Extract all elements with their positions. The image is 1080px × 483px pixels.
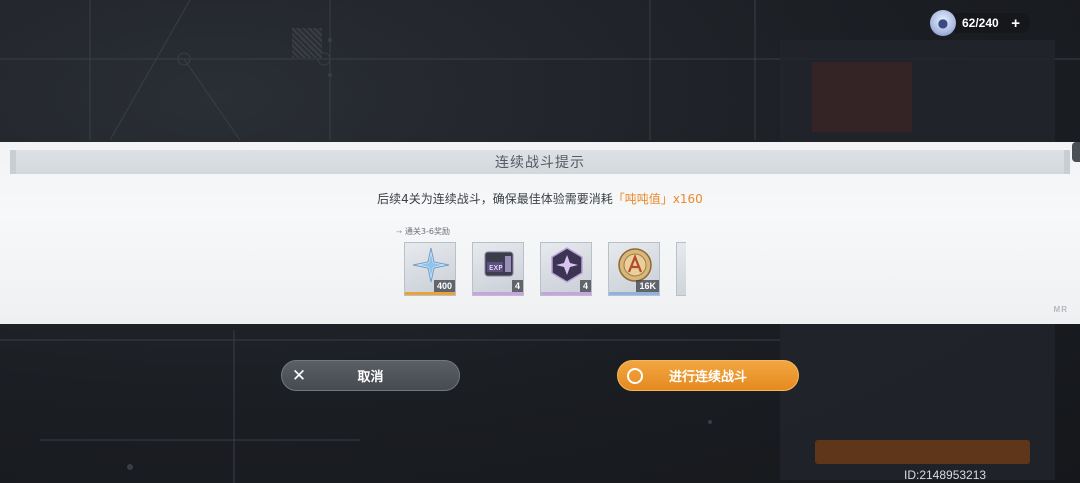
stamina-value: 62/240 (962, 16, 999, 30)
add-stamina-button[interactable]: + (1011, 16, 1020, 31)
arrow-icon: → (396, 227, 402, 236)
rarity-bar (405, 292, 455, 295)
reward-count: 4 (511, 280, 523, 292)
rarity-bar (473, 292, 523, 295)
stamina-pill: 62/240 + (948, 13, 1030, 33)
reward-item[interactable]: 400 (404, 242, 456, 296)
crystal-star-icon (412, 247, 450, 283)
reward-count: 400 (433, 280, 455, 292)
background-button (815, 440, 1030, 464)
dialog-message: 后续4关为连续战斗，确保最佳体验需要消耗「吨吨值」x160 (0, 190, 1080, 207)
reward-label: → 通关3-6奖励 (396, 226, 450, 237)
close-icon: ✕ (291, 366, 307, 386)
reward-item[interactable]: 4 (540, 242, 592, 296)
stamina-resource: ● 62/240 + (930, 10, 1030, 36)
background-pattern-square (292, 28, 322, 58)
cancel-label: 取消 (357, 370, 384, 385)
reward-label-text: 通关3-6奖励 (404, 227, 450, 236)
rarity-bar (541, 292, 591, 295)
cancel-button[interactable]: ✕ 取消 (281, 360, 460, 391)
reward-item[interactable] (676, 242, 686, 296)
message-prefix: 后续4关为连续战斗，确保最佳体验需要消耗 (377, 192, 613, 206)
reward-count: 4 (579, 280, 591, 292)
watermark: MR (1053, 305, 1068, 314)
background-banner (812, 62, 912, 132)
reward-item[interactable]: 16K (608, 242, 660, 296)
message-suffix: x160 (672, 192, 703, 206)
bunny-stamina-icon: ● (930, 10, 956, 36)
reward-count: 16K (636, 280, 659, 292)
start-continuous-battle-button[interactable]: 进行连续战斗 (617, 360, 799, 391)
dialog-titlebar: 连续战斗提示 (10, 150, 1070, 174)
svg-text:EXP: EXP (489, 264, 502, 272)
gold-coin-icon (618, 248, 652, 282)
player-id: ID:2148953213 (904, 468, 987, 482)
reward-item[interactable]: EXP 4 (472, 242, 524, 296)
circle-icon (627, 368, 643, 384)
confirm-label: 进行连续战斗 (668, 370, 747, 385)
continuous-battle-dialog: 连续战斗提示 后续4关为连续战斗，确保最佳体验需要消耗「吨吨值」x160 → 通… (0, 142, 1080, 324)
dialog-title: 连续战斗提示 (495, 155, 585, 171)
exp-chip-icon: EXP (484, 251, 514, 277)
reward-list: 400 EXP 4 4 16K (404, 242, 686, 298)
purple-gem-icon (551, 247, 583, 283)
scroll-handle[interactable] (1072, 142, 1080, 162)
message-highlight: 「吨吨值」 (612, 192, 673, 206)
rarity-bar (609, 292, 659, 295)
